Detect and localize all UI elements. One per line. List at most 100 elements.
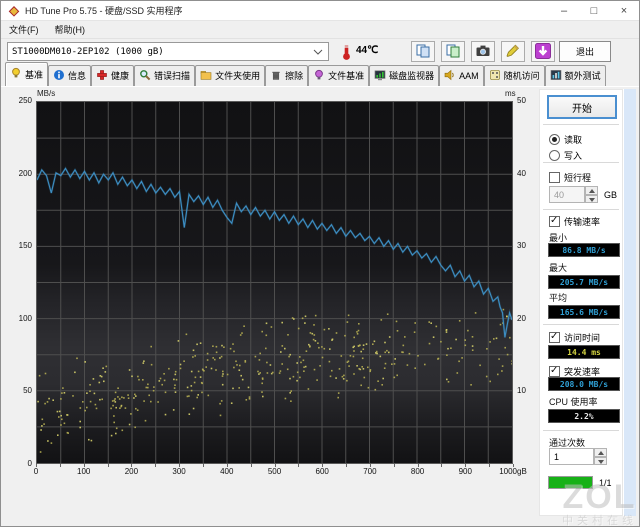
tab-disk-monitor[interactable]: 磁盘监视器 bbox=[369, 65, 440, 86]
burst-rate-checkbox-box bbox=[549, 365, 560, 377]
pencil-button[interactable] bbox=[501, 41, 525, 62]
access-time-checkbox[interactable]: 访问时间 bbox=[549, 331, 600, 344]
write-radio-label: 写入 bbox=[564, 151, 583, 161]
copy-image-button[interactable] bbox=[441, 41, 465, 62]
close-button[interactable]: × bbox=[609, 1, 639, 20]
health-icon bbox=[96, 69, 108, 83]
y-right-tick-label: 20 bbox=[517, 313, 526, 323]
pass-progress-label: 1/1 bbox=[599, 478, 612, 488]
toolbar-buttons bbox=[411, 41, 555, 62]
panel-separator bbox=[543, 209, 619, 210]
x-tick-mark bbox=[226, 464, 228, 467]
tab-aam[interactable]: AAM bbox=[439, 65, 484, 86]
read-radio-label: 读取 bbox=[564, 135, 583, 145]
copy-pages-icon bbox=[415, 43, 431, 61]
aam-icon bbox=[444, 69, 456, 83]
short-stroke-size-value: 40 bbox=[549, 186, 585, 203]
tab-erase[interactable]: 擦除 bbox=[265, 65, 309, 86]
pass-count-spinner[interactable]: 1 bbox=[549, 448, 607, 465]
x-tick-mark bbox=[417, 464, 419, 467]
tab-label: 错误扫描 bbox=[154, 71, 191, 81]
x-tick-mark bbox=[441, 464, 443, 467]
tab-folder-usage[interactable]: 文件夹使用 bbox=[195, 65, 266, 86]
max-speed-value: 205.7 MB/s bbox=[548, 275, 620, 289]
tab-bar: 基准 信息 健康 错误扫描 文件夹使用 擦除 文件基准 磁盘监视器 AAM 随机访问 额外测试 bbox=[1, 62, 639, 87]
panel-separator bbox=[543, 324, 619, 325]
x-tick-label: 300 bbox=[172, 467, 186, 476]
spinner-arrows bbox=[585, 186, 598, 203]
x-tick-label: 600 bbox=[315, 467, 329, 476]
tab-info[interactable]: 信息 bbox=[48, 65, 92, 86]
app-icon bbox=[8, 5, 20, 17]
menu-file[interactable]: 文件(F) bbox=[1, 23, 47, 36]
maximize-button[interactable]: □ bbox=[579, 1, 609, 20]
spinner-arrows bbox=[594, 448, 607, 465]
tab-file-benchmark[interactable]: 文件基准 bbox=[308, 65, 370, 86]
x-tick-mark bbox=[322, 464, 324, 467]
error-scan-icon bbox=[139, 69, 151, 83]
tab-health[interactable]: 健康 bbox=[91, 65, 135, 86]
x-tick-mark bbox=[393, 464, 395, 467]
menubar: 文件(F) 帮助(H) bbox=[1, 21, 639, 39]
content-area: MB/s ms 250 200 150 100 50 0 50 40 30 20 10 0 100 200… bbox=[1, 87, 639, 526]
menu-help[interactable]: 帮助(H) bbox=[47, 23, 94, 36]
spinner-up-icon[interactable] bbox=[594, 448, 607, 457]
spinner-up-icon[interactable] bbox=[585, 186, 598, 195]
x-tick-mark bbox=[155, 464, 157, 467]
write-radio-dot bbox=[549, 150, 560, 161]
y-right-tick-label: 50 bbox=[517, 96, 526, 105]
tab-label: 健康 bbox=[111, 71, 130, 81]
folder-usage-icon bbox=[200, 69, 212, 83]
tab-error-scan[interactable]: 错误扫描 bbox=[134, 65, 196, 86]
x-tick-label: 500 bbox=[267, 467, 282, 476]
avg-label: 平均 bbox=[549, 293, 568, 303]
drive-selector[interactable]: ST1000DM010-2EP102 (1000 gB) bbox=[7, 42, 329, 61]
y-right-unit-label: ms bbox=[505, 89, 516, 98]
write-radio[interactable]: 写入 bbox=[549, 149, 582, 162]
save-down-icon bbox=[535, 42, 551, 61]
access-time-checkbox-box bbox=[549, 331, 560, 343]
tab-random-access[interactable]: 随机访问 bbox=[483, 65, 545, 86]
window-controls: – □ × bbox=[549, 1, 639, 20]
y-left-tick-label: 50 bbox=[23, 386, 32, 396]
spinner-down-icon[interactable] bbox=[585, 194, 598, 203]
avg-speed-value: 165.6 MB/s bbox=[548, 305, 620, 319]
read-radio[interactable]: 读取 bbox=[549, 133, 582, 146]
short-stroke-checkbox[interactable]: 短行程 bbox=[549, 171, 591, 184]
x-tick-label: 200 bbox=[124, 467, 139, 476]
tab-label: 文件夹使用 bbox=[215, 71, 261, 81]
x-tick-mark bbox=[107, 464, 109, 467]
y-left-tick-label: 200 bbox=[18, 168, 32, 178]
drive-selector-value: ST1000DM010-2EP102 (1000 gB) bbox=[12, 46, 164, 57]
copy-pages-button[interactable] bbox=[411, 41, 435, 62]
save-down-button[interactable] bbox=[531, 41, 555, 62]
benchmark-chart bbox=[36, 101, 514, 464]
x-tick-label: 1000gB bbox=[499, 467, 527, 476]
tab-label: 擦除 bbox=[285, 71, 304, 81]
tab-extra-tests[interactable]: 额外测试 bbox=[544, 65, 606, 86]
short-stroke-size-spinner[interactable]: 40 bbox=[549, 186, 598, 203]
copy-image-icon bbox=[445, 43, 461, 61]
thermometer-icon bbox=[341, 42, 352, 63]
info-icon bbox=[53, 69, 65, 83]
x-tick-mark bbox=[274, 464, 276, 467]
x-tick-mark bbox=[131, 464, 133, 467]
max-label: 最大 bbox=[549, 263, 568, 273]
tab-benchmark[interactable]: 基准 bbox=[5, 62, 49, 86]
panel-separator bbox=[543, 430, 619, 431]
tab-label: 随机访问 bbox=[503, 71, 540, 81]
start-button[interactable]: 开始 bbox=[547, 95, 617, 119]
camera-button[interactable] bbox=[471, 41, 495, 62]
file-benchmark-icon bbox=[313, 69, 325, 83]
x-tick-mark bbox=[298, 464, 300, 467]
spinner-down-icon[interactable] bbox=[594, 456, 607, 465]
minimize-button[interactable]: – bbox=[549, 1, 579, 20]
x-tick-mark bbox=[83, 464, 85, 467]
transfer-rate-checkbox[interactable]: 传输速率 bbox=[549, 215, 600, 228]
benchmark-icon bbox=[10, 67, 22, 81]
transfer-rate-label: 传输速率 bbox=[564, 217, 601, 227]
exit-button[interactable]: 退出 bbox=[559, 41, 611, 62]
pass-count-value: 1 bbox=[549, 448, 594, 465]
camera-icon bbox=[475, 43, 491, 61]
y-left-tick-label: 250 bbox=[18, 96, 32, 105]
